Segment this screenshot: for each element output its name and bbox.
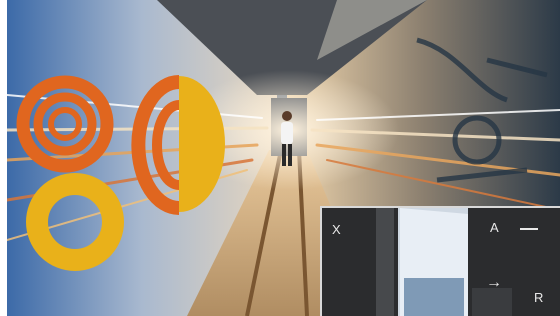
inset-label-r: R	[534, 290, 545, 305]
inset-scene	[322, 208, 560, 316]
inset-dash	[520, 228, 538, 230]
hero-image: X A → R	[7, 0, 560, 316]
arrow-right-icon: →	[486, 274, 503, 291]
inset-label-x: X	[332, 222, 342, 237]
inset-label-a: A	[490, 220, 500, 235]
inset-preview: X A → R	[320, 206, 560, 316]
